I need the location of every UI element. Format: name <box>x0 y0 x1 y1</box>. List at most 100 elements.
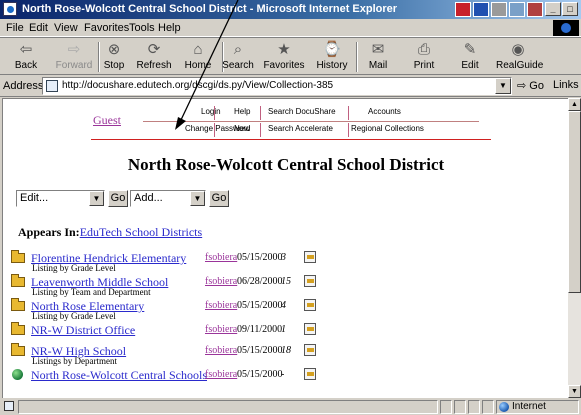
internet-explorer-icon[interactable] <box>3 2 17 16</box>
back-arrow-icon: ⇦ <box>19 41 33 58</box>
stop-icon: ⊗ <box>107 41 121 58</box>
toolbar-button-label: RealGuide <box>496 60 544 71</box>
edit-go-button[interactable]: Go <box>108 190 128 207</box>
search-docushare-link[interactable]: Search DocuShare <box>268 107 336 116</box>
add-go-button[interactable]: Go <box>209 190 229 207</box>
regional-collections-link[interactable]: Regional Collections <box>351 124 424 133</box>
links-button[interactable]: Links » <box>553 79 581 91</box>
scrollbar-thumb[interactable] <box>568 111 581 293</box>
status-pane <box>482 400 494 414</box>
help-link[interactable]: Help <box>234 107 250 116</box>
menu-edit[interactable]: Edit <box>29 22 48 34</box>
item-description: Listing by Grade Level <box>32 311 116 321</box>
address-url[interactable]: http://docushare.edutech.org/dscgi/ds.py… <box>62 80 333 91</box>
chevron-down-icon[interactable]: ▼ <box>89 191 104 206</box>
page-icon <box>46 80 58 92</box>
menu-file[interactable]: File <box>6 22 24 34</box>
guest-link[interactable]: Guest <box>93 113 121 128</box>
print-button[interactable]: ⎙ Print <box>402 40 446 74</box>
menu-favorites[interactable]: Favorites <box>84 22 129 34</box>
properties-icon[interactable] <box>304 251 316 263</box>
item-owner-link[interactable]: fsobiera <box>205 276 237 287</box>
folder-icon[interactable] <box>11 274 25 287</box>
tray-icon-red[interactable] <box>455 2 471 17</box>
accounts-link[interactable]: Accounts <box>368 107 401 116</box>
folder-icon[interactable] <box>11 250 25 263</box>
item-description: Listings by Department <box>32 356 117 366</box>
item-count: - <box>281 369 285 380</box>
edit-button[interactable]: ✎ Edit <box>448 40 492 74</box>
tray-icon-blue[interactable] <box>473 2 489 17</box>
properties-icon[interactable] <box>304 368 316 380</box>
item-description: Listing by Grade Level <box>32 263 116 273</box>
url-globe-icon[interactable] <box>12 369 23 380</box>
mail-icon: ✉ <box>371 41 385 58</box>
forward-button[interactable]: ⇨ Forward <box>52 40 96 74</box>
address-dropdown-icon[interactable]: ▼ <box>495 78 511 94</box>
item-owner-link[interactable]: fsobiera <box>205 300 237 311</box>
properties-icon[interactable] <box>304 299 316 311</box>
menu-view[interactable]: View <box>54 22 78 34</box>
scroll-up-icon[interactable]: ▲ <box>568 98 581 111</box>
favorites-button[interactable]: ★ Favorites <box>262 40 306 74</box>
tray-icon-gray[interactable] <box>491 2 507 17</box>
search-accelerate-link[interactable]: Search Accelerate <box>268 124 333 133</box>
page-done-icon <box>4 401 14 411</box>
folder-icon[interactable] <box>11 298 25 311</box>
window-title: North Rose-Wolcott Central School Distri… <box>22 3 398 15</box>
edit-select[interactable]: Edit... ▼ <box>16 190 105 207</box>
login-link[interactable]: Login <box>201 107 221 116</box>
history-button[interactable]: ⌚ History <box>310 40 354 74</box>
list-item: Florentine Hendrick Elementary Listing by… <box>11 250 561 273</box>
list-item: Leavenworth Middle School Listing by Team… <box>11 274 561 297</box>
item-date: 09/11/2000 <box>237 324 283 335</box>
appears-in-link[interactable]: EduTech School Districts <box>80 225 202 239</box>
toolbar-button-label: Refresh <box>136 60 172 71</box>
list-item: North Rose Elementary Listing by Grade Le… <box>11 298 561 321</box>
edit-icon: ✎ <box>463 41 477 58</box>
refresh-button[interactable]: ⟳ Refresh <box>132 40 176 74</box>
menu-tools[interactable]: Tools <box>129 22 155 34</box>
item-owner-link[interactable]: fsobiera <box>205 345 237 356</box>
chevron-down-icon[interactable]: ▼ <box>190 191 205 206</box>
nav-divider <box>214 123 215 137</box>
scroll-down-icon[interactable]: ▼ <box>568 385 581 398</box>
internet-zone-icon <box>499 402 509 412</box>
address-input[interactable]: http://docushare.edutech.org/dscgi/ds.py… <box>42 77 512 95</box>
properties-icon[interactable] <box>304 275 316 287</box>
item-owner-link[interactable]: fsobiera <box>205 252 237 263</box>
properties-icon[interactable] <box>304 344 316 356</box>
vertical-scrollbar[interactable]: ▲ ▼ <box>568 98 581 398</box>
menu-help[interactable]: Help <box>158 22 181 34</box>
tray-icon-dark[interactable] <box>527 2 543 17</box>
nav-divider <box>260 123 261 137</box>
stop-button[interactable]: ⊗ Stop <box>92 40 136 74</box>
toolbar-button-label: Home <box>184 60 212 71</box>
home-button[interactable]: ⌂ Home <box>176 40 220 74</box>
properties-icon[interactable] <box>304 323 316 335</box>
tray-icon-light[interactable] <box>509 2 525 17</box>
folder-icon[interactable] <box>11 322 25 335</box>
item-name-link[interactable]: NR-W District Office <box>31 323 135 338</box>
status-pane <box>440 400 452 414</box>
ie-throbber-icon <box>553 20 579 36</box>
maximize-button[interactable]: □ <box>562 2 578 16</box>
item-count: 1 <box>281 324 286 335</box>
edit-select-value: Edit... <box>20 192 49 204</box>
security-zone: Internet <box>512 401 546 412</box>
mail-button[interactable]: ✉ Mail <box>356 40 400 74</box>
minimize-button[interactable]: _ <box>545 2 561 16</box>
item-owner-link[interactable]: fsobiera <box>205 324 237 335</box>
toolbar-button-label: Mail <box>368 60 388 71</box>
realguide-button[interactable]: ◉ RealGuide <box>496 40 544 74</box>
address-go-button[interactable]: ⇨ Go <box>517 79 544 92</box>
standard-toolbar: ⇦ Back ⇨ Forward ⊗ Stop ⟳ Refresh ⌂ Home ⌕ Search ★ F… <box>0 37 581 75</box>
new-link[interactable]: New <box>234 124 250 133</box>
add-select-value: Add... <box>134 192 163 204</box>
item-name-link[interactable]: North Rose-Wolcott Central Schools <box>31 368 207 383</box>
back-button[interactable]: ⇦ Back <box>4 40 48 74</box>
search-button[interactable]: ⌕ Search <box>216 40 260 74</box>
add-select[interactable]: Add... ▼ <box>130 190 206 207</box>
item-owner-link[interactable]: fsobiera <box>205 369 237 380</box>
folder-icon[interactable] <box>11 343 25 356</box>
